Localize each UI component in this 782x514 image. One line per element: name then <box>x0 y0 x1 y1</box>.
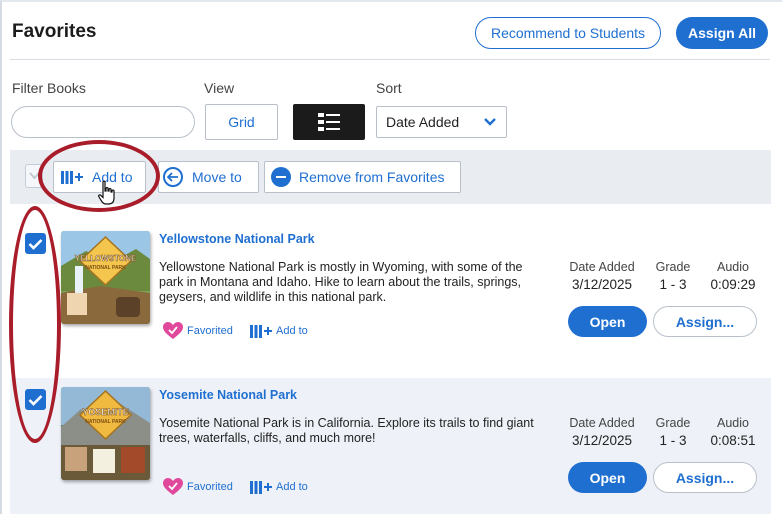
audio-header: Audio <box>717 416 749 430</box>
header-divider <box>10 59 770 60</box>
open-button[interactable]: Open <box>568 462 647 493</box>
list-view-button[interactable] <box>293 104 365 140</box>
checkmark-icon <box>28 394 43 406</box>
chevron-down-icon <box>484 118 496 126</box>
audio-header: Audio <box>717 260 749 274</box>
checkmark-icon <box>28 238 43 250</box>
cover-title-text: YELLOWSTONE <box>75 254 137 263</box>
filter-books-input[interactable] <box>11 106 195 138</box>
book-cover[interactable]: YELLOWSTONE NATIONAL PARK <box>61 231 150 324</box>
row-add-to-link[interactable]: Add to <box>249 323 308 339</box>
date-added-header: Date Added <box>569 416 635 430</box>
assign-button[interactable]: Assign... <box>653 306 757 337</box>
row-add-to-label: Add to <box>276 325 308 337</box>
move-to-button[interactable]: Move to <box>158 161 259 193</box>
remove-from-favorites-button[interactable]: Remove from Favorites <box>264 161 461 193</box>
sort-select[interactable]: Date Added <box>376 106 507 138</box>
select-all-dropdown[interactable] <box>25 164 43 188</box>
cover-subtitle-text: NATIONAL PARK <box>85 265 126 271</box>
date-added-value: 3/12/2025 <box>571 277 633 292</box>
add-to-list-icon <box>250 325 272 338</box>
sort-label: Sort <box>376 80 402 96</box>
list-item: YELLOWSTONE NATIONAL PARK Yellowstone Na… <box>10 204 771 378</box>
date-added-header: Date Added <box>569 260 635 274</box>
grade-value: 1 - 3 <box>659 277 687 292</box>
move-to-label: Move to <box>192 169 242 185</box>
favorited-label: Favorited <box>187 325 233 337</box>
grade-header: Grade <box>655 416 691 430</box>
list-item: YOSEMITE NATIONAL PARK Yosemite National… <box>10 378 771 514</box>
remove-from-favorites-label: Remove from Favorites <box>299 169 445 185</box>
list-view-icon <box>318 113 340 131</box>
assign-all-button[interactable]: Assign All <box>676 17 768 49</box>
hand-cursor-icon <box>98 180 115 205</box>
row-add-to-label: Add to <box>276 481 308 493</box>
sort-selected-value: Date Added <box>386 114 460 130</box>
book-cover[interactable]: YOSEMITE NATIONAL PARK <box>61 387 150 480</box>
recommend-to-students-button[interactable]: Recommend to Students <box>475 17 661 49</box>
cover-title-text: YOSEMITE <box>82 407 129 417</box>
assign-button[interactable]: Assign... <box>653 462 757 493</box>
heart-icon <box>163 322 183 339</box>
grid-view-button[interactable]: Grid <box>205 104 278 140</box>
add-to-list-icon <box>61 171 83 184</box>
grade-header: Grade <box>655 260 691 274</box>
row-add-to-link[interactable]: Add to <box>249 479 308 495</box>
add-to-list-icon <box>250 481 272 494</box>
audio-value: 0:08:51 <box>710 433 756 448</box>
book-title-link[interactable]: Yellowstone National Park <box>159 232 315 246</box>
page-title: Favorites <box>12 21 97 42</box>
book-description: Yosemite National Park is in California.… <box>159 416 534 445</box>
view-label: View <box>204 80 235 96</box>
book-select-checkbox[interactable] <box>25 389 46 410</box>
favorited-label: Favorited <box>187 481 233 493</box>
remove-icon <box>271 167 291 187</box>
heart-icon <box>163 478 183 495</box>
open-button[interactable]: Open <box>568 306 647 337</box>
date-added-value: 3/12/2025 <box>571 433 633 448</box>
book-select-checkbox[interactable] <box>25 233 46 254</box>
book-description: Yellowstone National Park is mostly in W… <box>159 260 523 304</box>
favorited-toggle[interactable]: Favorited <box>163 478 233 496</box>
audio-value: 0:09:29 <box>710 277 756 292</box>
book-title-link[interactable]: Yosemite National Park <box>159 388 297 402</box>
move-to-icon <box>163 167 183 187</box>
chevron-down-icon <box>29 172 40 180</box>
favorited-toggle[interactable]: Favorited <box>163 322 233 340</box>
filter-books-label: Filter Books <box>12 80 86 96</box>
grade-value: 1 - 3 <box>659 433 687 448</box>
cover-subtitle-text: NATIONAL PARK <box>85 419 126 425</box>
